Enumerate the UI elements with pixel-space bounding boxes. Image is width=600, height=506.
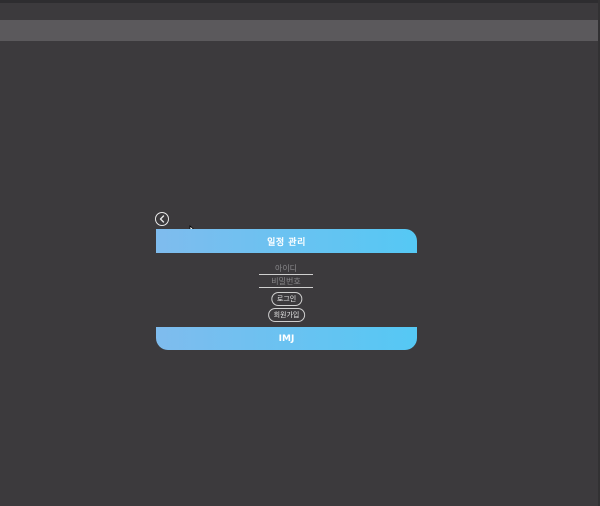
back-arrow-icon <box>159 215 165 223</box>
id-input[interactable] <box>259 262 313 275</box>
top-toolbar-band <box>0 20 600 41</box>
password-input[interactable] <box>259 275 313 288</box>
footer-label: IMJ <box>278 333 295 344</box>
window-top-edge <box>0 0 600 3</box>
card-footer: IMJ <box>156 327 417 350</box>
login-button[interactable]: 로그인 <box>270 292 303 306</box>
page-title: 일정 관리 <box>267 237 306 248</box>
signup-button[interactable]: 회원가입 <box>267 308 306 322</box>
card-header: 일정 관리 <box>156 229 417 253</box>
back-button[interactable] <box>155 212 169 226</box>
login-form: 로그인 회원가입 <box>156 258 417 324</box>
